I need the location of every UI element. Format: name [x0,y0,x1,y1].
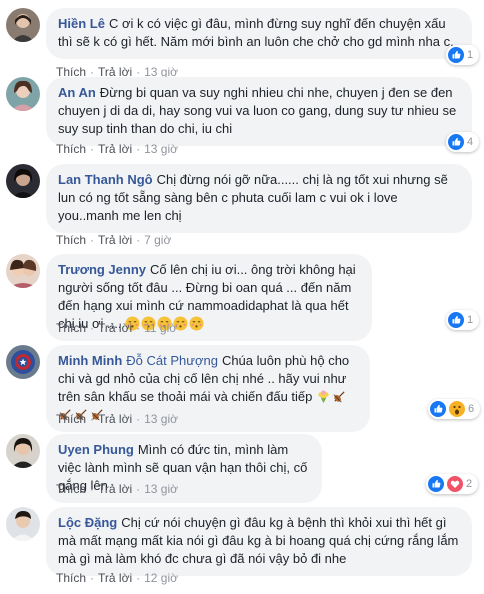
commenter-name[interactable]: Trương Jenny [58,262,146,277]
reaction-count: 1 [467,314,474,326]
wow-icon [449,401,465,417]
commenter-name[interactable]: An An [58,85,96,100]
like-icon [448,312,464,328]
comment-time[interactable]: 13 giờ [144,142,178,156]
comment-bubble: Lan Thanh Ngô Chị đừng nói gỡ nữa...... c… [46,164,472,233]
comment-time[interactable]: 13 giờ [144,412,178,426]
like-link[interactable]: Thích [56,482,86,496]
like-link[interactable]: Thích [56,412,86,426]
reply-link[interactable]: Trả lời [98,142,132,156]
reply-link[interactable]: Trả lời [98,571,132,585]
avatar[interactable] [6,77,40,111]
avatar[interactable] [6,507,40,541]
comment-time[interactable]: 12 giờ [144,571,178,585]
reaction-count: 1 [467,49,474,61]
comment-actions: Thích · Trả lời · 13 giờ [56,412,178,426]
avatar[interactable] [6,164,40,198]
avatar[interactable] [6,345,40,379]
comment-actions: Thích · Trả lời · 13 giờ [56,482,178,496]
comment-list: Hiền Lê C ơi k có việc gì đâu, mình đừng … [0,0,484,594]
love-icon [447,476,463,492]
comment-text: Chị cứ nói chuyện gì đâu kg à bệnh thì k… [58,515,459,566]
commenter-name[interactable]: Lan Thanh Ngô [58,172,153,187]
avatar[interactable] [6,254,40,288]
avatar[interactable] [6,434,40,468]
comment-bubble: Hiền Lê C ơi k có việc gì đâu, mình đừng … [46,8,472,59]
comment-actions: Thích · Trả lời · 12 giờ [56,571,178,585]
like-icon [430,401,446,417]
kiss-emoji [189,316,204,331]
comment-time[interactable]: 7 giờ [144,233,171,247]
comment-actions: Thích · Trả lời · 7 giờ [56,233,172,247]
comment-text: Đừng bi quan va suy nghi nhieu chi nhe, … [58,85,457,136]
comment-actions: Thích · Trả lời · 13 giờ [56,142,178,156]
like-link[interactable]: Thích [56,142,86,156]
reaction-summary[interactable]: 2 [426,474,479,494]
like-link[interactable]: Thích [56,233,86,247]
commenter-name[interactable]: Hiền Lê [58,16,105,31]
violin-emoji [333,391,345,403]
reply-link[interactable]: Trả lời [98,321,132,335]
comment-bubble: Lộc Đặng Chị cứ nói chuyện gì đâu kg à bệ… [46,507,472,576]
avatar[interactable] [6,8,40,42]
commenter-name[interactable]: Lộc Đặng [58,515,117,530]
reaction-summary[interactable]: 6 [428,399,481,419]
like-icon [428,476,444,492]
tagged-user[interactable]: Đỗ Cát Phượng [126,353,218,368]
commenter-name[interactable]: Uyen Phung [58,442,134,457]
reaction-summary[interactable]: 4 [446,132,480,152]
like-icon [448,47,464,63]
comment-bubble: An An Đừng bi quan va suy nghi nhieu chi … [46,77,472,146]
reply-link[interactable]: Trả lời [98,482,132,496]
bouquet-emoji [318,390,329,404]
comment-actions: Thích · Trả lời · 11 giờ [56,321,178,335]
reaction-count: 4 [467,136,474,148]
reaction-count: 2 [466,478,473,490]
reply-link[interactable]: Trả lời [98,412,132,426]
reaction-summary[interactable]: 1 [446,310,480,330]
comment-time[interactable]: 11 giờ [144,321,177,335]
reaction-count: 6 [468,403,475,415]
commenter-name[interactable]: Minh Minh [58,353,122,368]
comment-time[interactable]: 13 giờ [144,482,178,496]
reply-link[interactable]: Trả lời [98,233,132,247]
like-link[interactable]: Thích [56,321,86,335]
like-link[interactable]: Thích [56,571,86,585]
comment-text: C ơi k có việc gì đâu, mình đừng suy ngh… [58,16,454,49]
like-icon [448,134,464,150]
reaction-summary[interactable]: 1 [446,45,480,65]
